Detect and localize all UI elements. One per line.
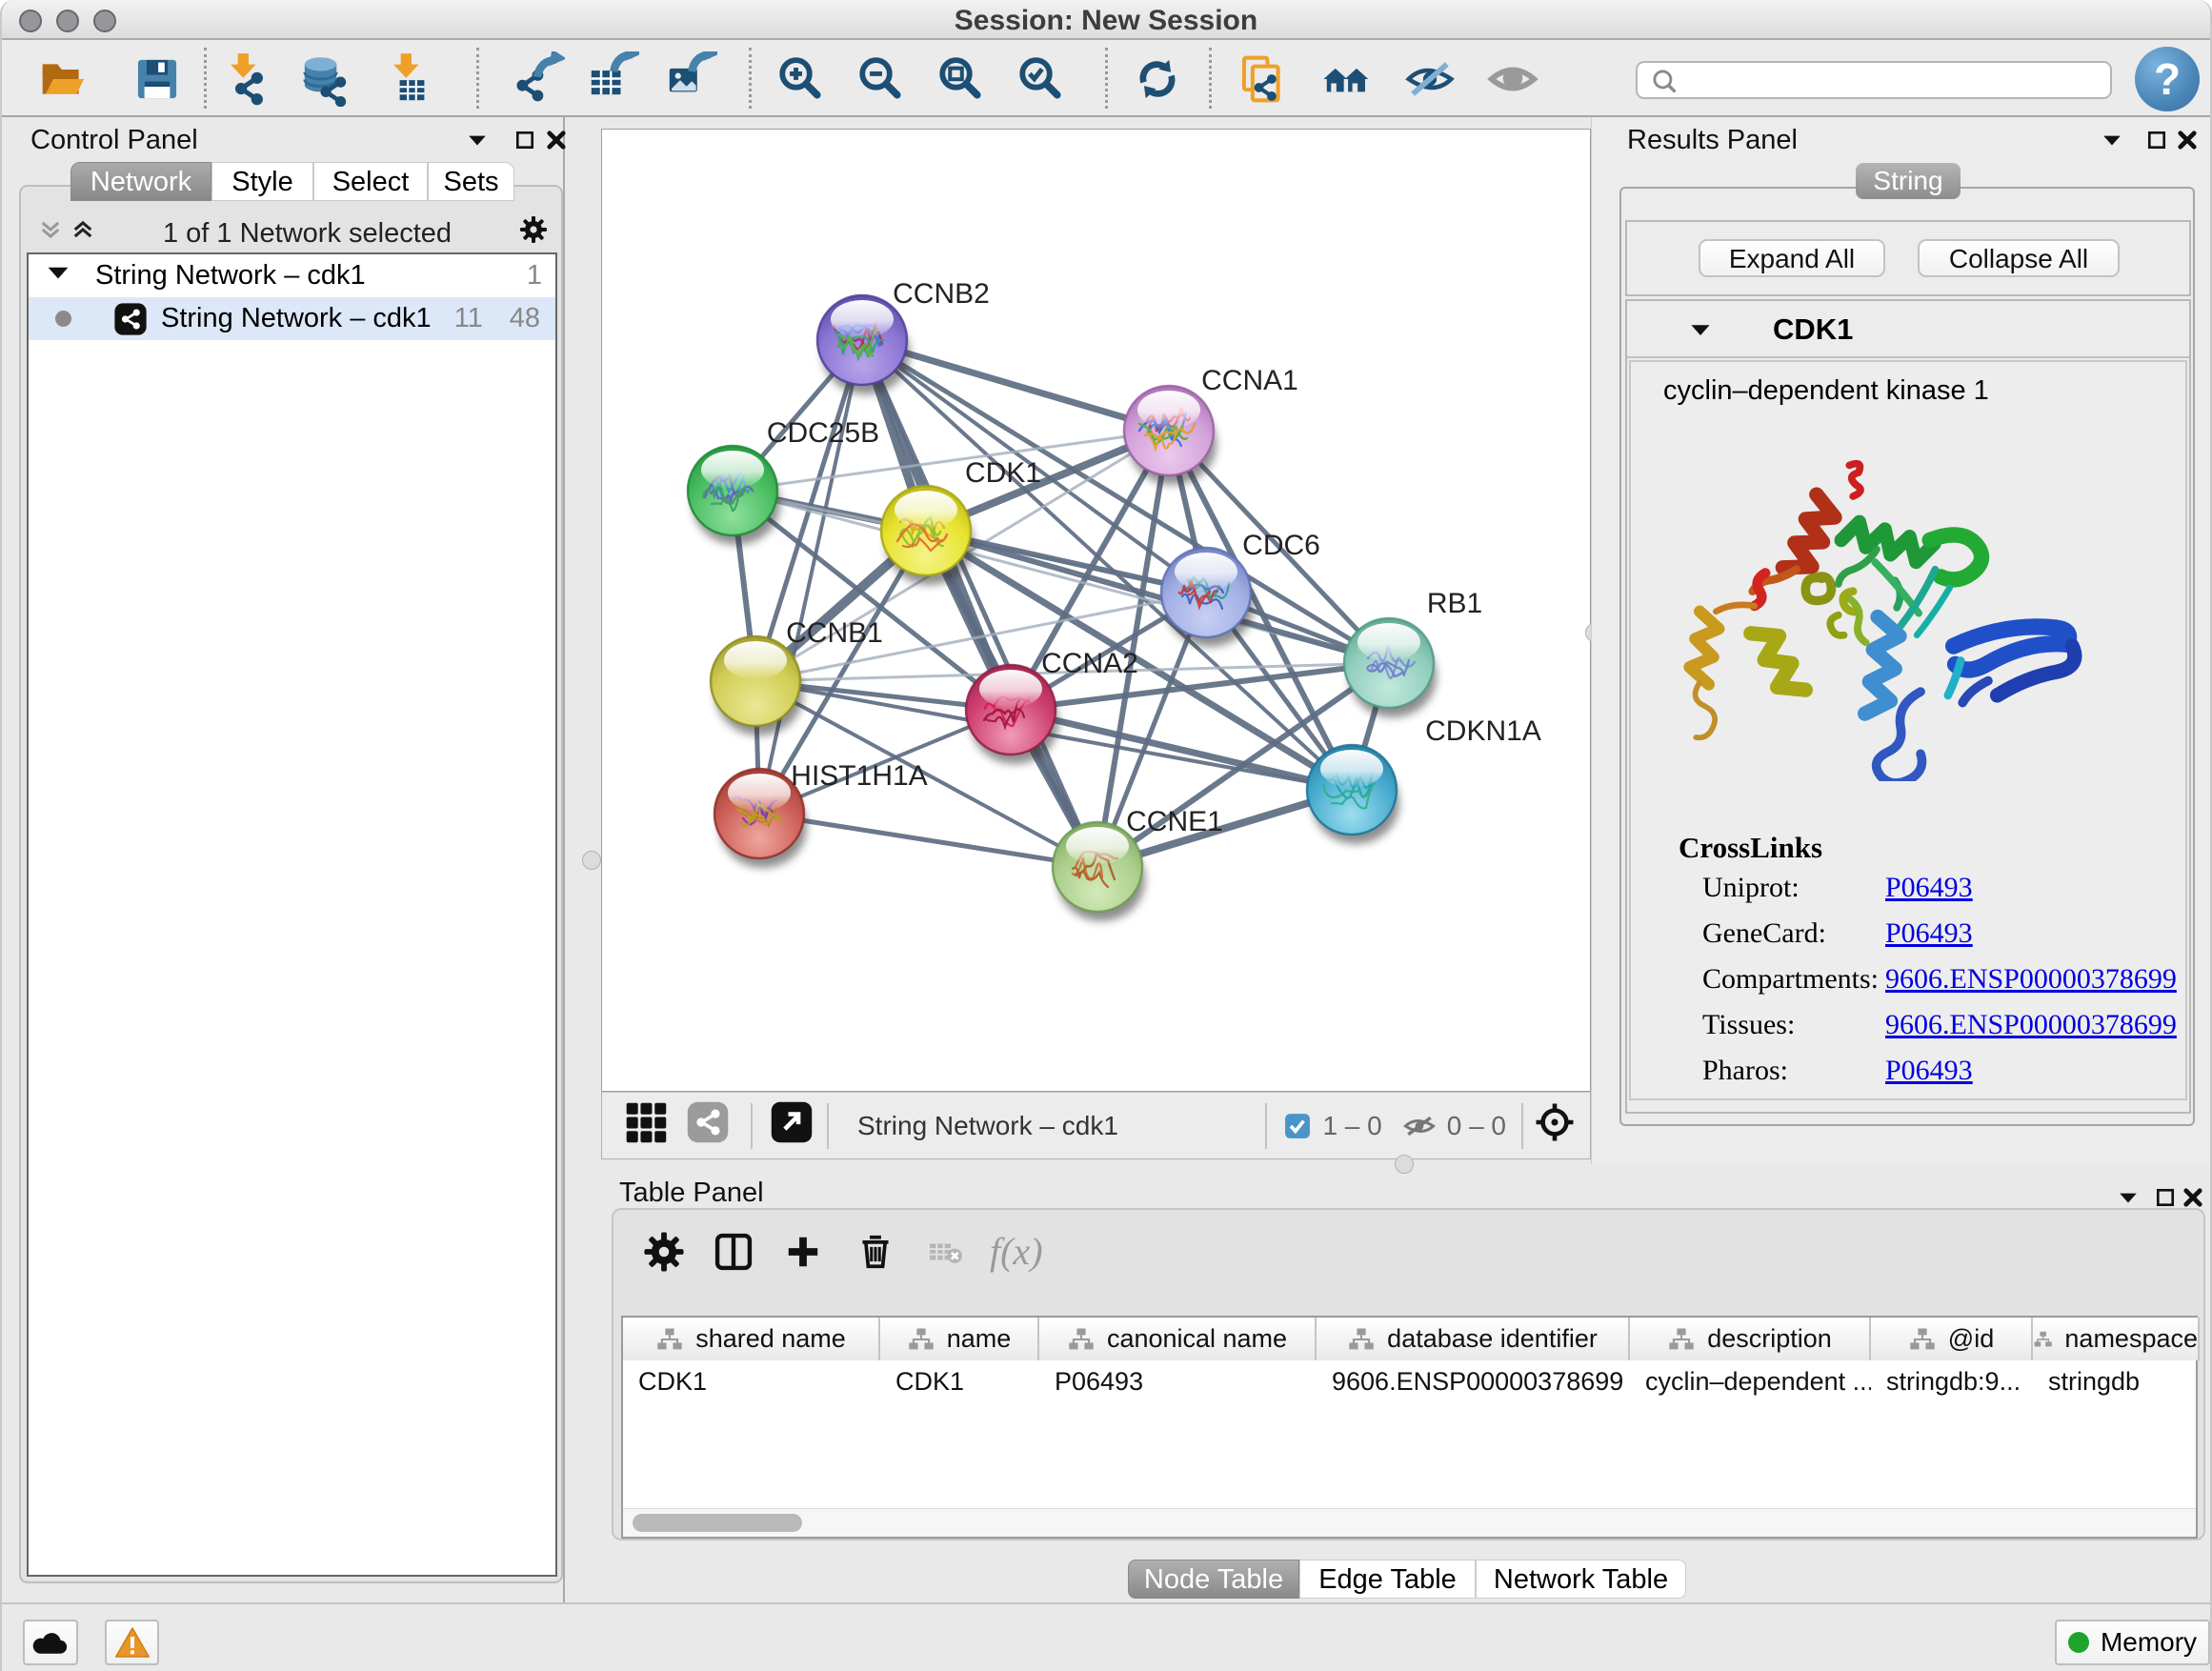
svg-text:CDC25B: CDC25B — [767, 417, 879, 449]
svg-text:CDK1: CDK1 — [965, 457, 1041, 489]
svg-text:CDC6: CDC6 — [1242, 530, 1320, 561]
svg-text:RB1: RB1 — [1427, 588, 1482, 619]
svg-text:CCNE1: CCNE1 — [1126, 806, 1223, 837]
svg-text:CCNA1: CCNA1 — [1201, 365, 1298, 396]
svg-text:HIST1H1A: HIST1H1A — [791, 760, 927, 792]
svg-text:CDKN1A: CDKN1A — [1425, 715, 1541, 747]
svg-text:CCNA2: CCNA2 — [1041, 648, 1138, 679]
svg-text:CCNB1: CCNB1 — [786, 617, 883, 649]
svg-text:CCNB2: CCNB2 — [893, 278, 990, 310]
